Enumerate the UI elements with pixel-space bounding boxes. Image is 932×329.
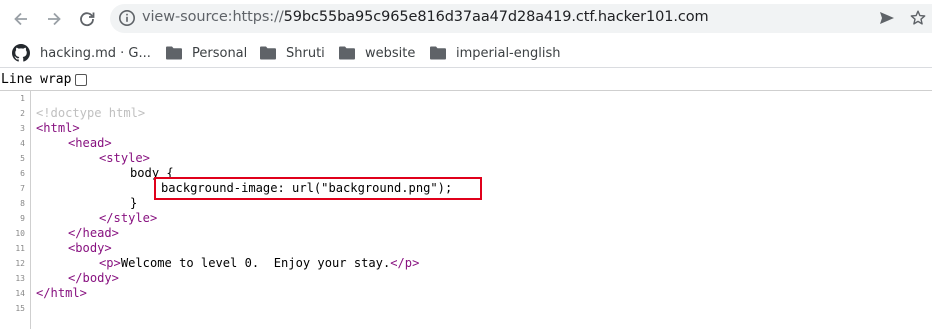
line-number: 10 [15,229,25,238]
source-line-body-open: <body> [68,241,112,255]
bookmark-label: website [365,45,416,61]
line-number: 7 [20,184,25,193]
line-number: 11 [15,244,25,253]
line-wrap-checkbox[interactable] [75,74,87,86]
bookmarks-bar: hacking.md · G... Personal Shruti websit… [0,37,932,68]
url-host: 59bc55ba95c965e816d37aa47d28a419.ctf.hac… [283,9,709,25]
star-icon[interactable] [910,10,926,26]
line-number: 5 [20,154,25,163]
highlight-box [154,177,482,200]
line-wrap-bar: Line wrap [0,69,932,91]
reload-icon [80,12,95,27]
line-number: 9 [20,214,25,223]
folder-icon [166,46,182,60]
back-button[interactable] [8,6,34,32]
bookmark-label: Shruti [286,45,325,61]
reload-button[interactable] [74,6,100,32]
bookmark-folder-shruti[interactable]: Shruti [260,43,325,63]
source-line-head-open: <head> [68,136,112,150]
line-number-gutter: 1 2 3 4 5 6 7 8 9 10 11 12 13 14 15 [0,91,31,329]
line-number: 14 [15,289,25,298]
source-line-html-open: <html> [36,121,80,135]
github-icon [12,44,30,62]
source-view: 1 2 3 4 5 6 7 8 9 10 11 12 13 14 15 <!do… [0,91,932,329]
folder-icon [339,46,355,60]
source-line-doctype: <!doctype html> [36,106,146,120]
forward-button[interactable] [41,6,67,32]
line-wrap-label: Line wrap [1,72,72,87]
url-scheme: view-source:https:// [142,9,284,25]
line-number: 15 [15,304,25,313]
line-number: 3 [20,124,25,133]
url-text[interactable]: view-source:https://59bc55ba95c965e816d3… [142,9,709,25]
bookmark-label: imperial-english [456,45,561,61]
source-line-paragraph: <p>Welcome to level 0. Enjoy your stay.<… [99,256,419,271]
bookmark-folder-website[interactable]: website [339,43,415,63]
line-number: 4 [20,139,25,148]
line-number: 12 [15,259,25,268]
line-number: 6 [20,169,25,178]
p-open-tag: <p> [99,256,121,270]
source-line-head-close: </head> [68,226,119,240]
info-icon[interactable] [118,9,136,27]
line-number: 1 [20,94,25,103]
arrow-left-icon [14,12,27,26]
bookmark-hacking-md[interactable]: hacking.md · G... [12,43,151,63]
line-number: 2 [20,109,25,118]
p-close-tag: </p> [390,256,420,270]
source-line-style-open: <style> [99,151,150,165]
browser-toolbar: view-source:https://59bc55ba95c965e816d3… [0,0,932,37]
bookmark-folder-imperial-english[interactable]: imperial-english [430,43,560,63]
send-icon[interactable] [879,11,895,25]
address-bar[interactable]: view-source:https://59bc55ba95c965e816d3… [110,4,932,33]
arrow-right-icon [48,12,61,26]
line-number: 13 [15,274,25,283]
bookmark-folder-personal[interactable]: Personal [166,43,247,63]
bookmark-label: Personal [192,45,248,61]
source-line-body-close: </body> [68,271,119,285]
source-line-html-close: </html> [36,286,87,300]
line-number: 8 [20,199,25,208]
folder-icon [260,46,276,60]
paragraph-text: Welcome to level 0. Enjoy your stay. [120,256,391,270]
folder-icon [430,46,446,60]
source-line-style-close: </style> [99,211,158,225]
bookmark-label: hacking.md · G... [40,45,151,61]
source-line-close-brace: } [130,196,138,210]
